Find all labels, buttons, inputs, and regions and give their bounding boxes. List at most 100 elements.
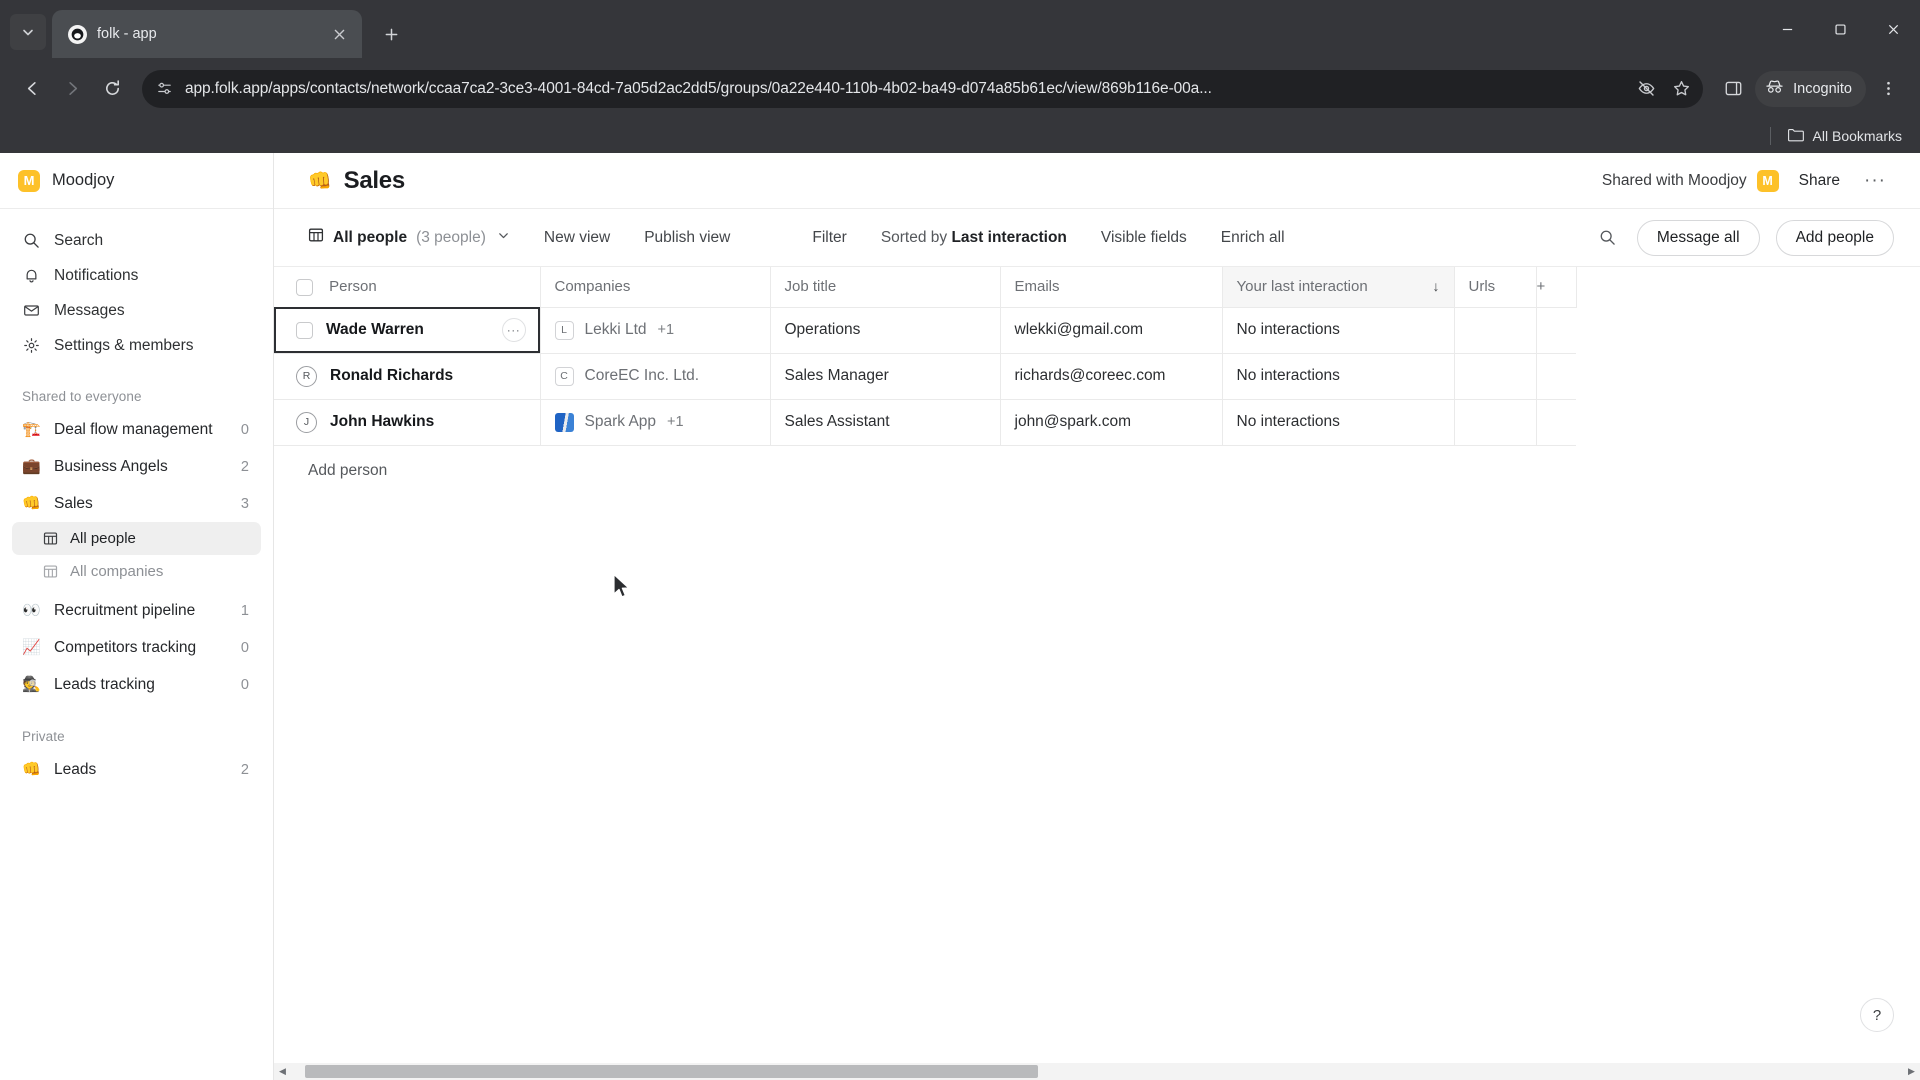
eye-off-icon[interactable] [1637, 79, 1656, 98]
chevron-down-icon[interactable] [497, 229, 510, 247]
cell-person[interactable]: Wade Warren ··· [274, 307, 541, 354]
tab-title: folk - app [97, 26, 157, 42]
sidebar-item-count: 3 [240, 495, 249, 512]
table-row[interactable]: Wade Warren ··· L Lekki Ltd +1 Operation… [274, 307, 1576, 354]
cell-email[interactable]: john@spark.com [1000, 399, 1223, 446]
cell-job-title[interactable]: Sales Manager [770, 353, 1001, 400]
browser-tab[interactable]: folk - app [52, 10, 362, 58]
visible-fields-button[interactable]: Visible fields [1101, 229, 1187, 247]
sidebar-item-deal-flow-management[interactable]: 🏗️ Deal flow management 0 [12, 411, 261, 448]
back-button[interactable] [14, 71, 50, 107]
bell-icon [22, 267, 40, 285]
cell-person[interactable]: J John Hawkins [274, 399, 541, 446]
column-header-your-last-interaction[interactable]: Your last interaction ↓ [1222, 267, 1455, 308]
sidebar-item-label: Search [54, 231, 104, 249]
table-icon [42, 563, 59, 580]
private-section-label: Private [22, 729, 65, 744]
share-button[interactable]: Share [1799, 172, 1840, 190]
row-checkbox[interactable] [296, 321, 313, 339]
scroll-left-button[interactable]: ◀ [274, 1066, 291, 1077]
view-selector[interactable]: All people (3 people) [308, 227, 510, 248]
cell-email[interactable]: wlekki@gmail.com [1000, 307, 1223, 354]
sidebar-item-business-angels[interactable]: 💼 Business Angels 2 [12, 448, 261, 485]
sidebar-item-label: Recruitment pipeline [54, 601, 196, 619]
add-column-button[interactable]: + [1536, 267, 1577, 308]
company-overflow-count: +1 [667, 414, 684, 430]
more-options-button[interactable]: ··· [1860, 170, 1890, 192]
column-header-companies[interactable]: Companies [540, 267, 771, 308]
sidebar-item-leads[interactable]: 👊 Leads 2 [12, 751, 261, 788]
sidebar-item-leads-tracking[interactable]: 🕵️ Leads tracking 0 [12, 666, 261, 703]
cell-urls[interactable] [1454, 399, 1537, 446]
person-name: John Hawkins [330, 413, 435, 430]
column-header-person[interactable]: Person [274, 267, 541, 308]
table-row[interactable]: J John Hawkins Spark App +1 Sales Assist… [274, 399, 1576, 446]
view-toolbar: All people (3 people) New view Publish v… [274, 209, 1920, 267]
publish-view-button[interactable]: Publish view [644, 229, 730, 247]
cell-last-interaction[interactable]: No interactions [1222, 399, 1455, 446]
company-overflow-count: +1 [657, 322, 675, 338]
forward-button[interactable] [54, 71, 90, 107]
shared-with-indicator[interactable]: Shared with Moodjoy M [1602, 169, 1779, 192]
table-icon [42, 530, 59, 547]
close-window-button[interactable] [1867, 0, 1920, 58]
search-icon[interactable] [1595, 225, 1621, 251]
sidebar-item-settings-members[interactable]: Settings & members [12, 328, 261, 363]
cell-last-interaction[interactable]: No interactions [1222, 353, 1455, 400]
enrich-all-button[interactable]: Enrich all [1221, 229, 1285, 247]
minimize-button[interactable] [1761, 0, 1814, 58]
all-bookmarks-button[interactable]: All Bookmarks [1787, 128, 1902, 145]
cell-email[interactable]: richards@coreec.com [1000, 353, 1223, 400]
sidebar-item-messages[interactable]: Messages [12, 293, 261, 328]
new-view-button[interactable]: New view [544, 229, 610, 247]
add-person-button[interactable]: Add person [274, 446, 1920, 480]
column-header-emails[interactable]: Emails [1000, 267, 1223, 308]
add-people-button[interactable]: Add people [1775, 219, 1894, 256]
filter-button[interactable]: Filter [812, 229, 846, 247]
sidebar-item-recruitment-pipeline[interactable]: 👀 Recruitment pipeline 1 [12, 592, 261, 629]
sidebar-item-label: All people [70, 530, 136, 547]
sidebar-item-all-companies[interactable]: All companies [12, 555, 261, 588]
horizontal-scrollbar[interactable]: ◀ ▶ [274, 1063, 1920, 1080]
close-icon[interactable] [326, 21, 352, 47]
url-bar[interactable]: app.folk.app/apps/contacts/network/ccaa7… [142, 69, 1704, 108]
scrollbar-track[interactable] [291, 1063, 1903, 1080]
reload-button[interactable] [94, 71, 130, 107]
sidebar-item-search[interactable]: Search [12, 223, 261, 258]
sidebar-item-label: Leads tracking [54, 675, 155, 693]
eyes-emoji-icon: 👀 [22, 602, 41, 619]
cell-job-title[interactable]: Operations [770, 307, 1001, 354]
cell-companies[interactable]: C CoreEC Inc. Ltd. [540, 353, 771, 400]
star-icon[interactable] [1672, 79, 1691, 98]
cell-companies[interactable]: L Lekki Ltd +1 [540, 307, 771, 354]
cell-last-interaction[interactable]: No interactions [1222, 307, 1455, 354]
maximize-button[interactable] [1814, 0, 1867, 58]
cell-urls[interactable] [1454, 307, 1537, 354]
table-row[interactable]: R Ronald Richards C CoreEC Inc. Ltd. Sal… [274, 353, 1576, 400]
cell-companies[interactable]: Spark App +1 [540, 399, 771, 446]
new-tab-icon[interactable] [374, 17, 408, 51]
select-all-checkbox[interactable] [296, 278, 313, 296]
column-header-urls[interactable]: Urls [1454, 267, 1537, 308]
tab-search-icon[interactable] [10, 14, 46, 50]
row-menu-button[interactable]: ··· [501, 318, 526, 342]
sidebar-item-sales[interactable]: 👊 Sales 3 [12, 485, 261, 522]
cell-job-title[interactable]: Sales Assistant [770, 399, 1001, 446]
workspace-switcher[interactable]: M Moodjoy [0, 153, 273, 209]
scroll-right-button[interactable]: ▶ [1903, 1066, 1920, 1077]
sort-desc-icon[interactable]: ↓ [1433, 278, 1440, 294]
side-panel-icon[interactable] [1715, 71, 1751, 107]
help-button[interactable]: ? [1860, 998, 1894, 1032]
tune-icon[interactable] [156, 80, 173, 97]
scrollbar-thumb[interactable] [305, 1065, 1038, 1078]
column-header-job-title[interactable]: Job title [770, 267, 1001, 308]
sidebar-item-notifications[interactable]: Notifications [12, 258, 261, 293]
sidebar-item-competitors-tracking[interactable]: 📈 Competitors tracking 0 [12, 629, 261, 666]
sort-button[interactable]: Sorted by Last interaction [881, 229, 1067, 247]
cell-person[interactable]: R Ronald Richards [274, 353, 541, 400]
sidebar-item-all-people[interactable]: All people [12, 522, 261, 555]
chrome-menu-button[interactable] [1870, 71, 1906, 107]
message-all-button[interactable]: Message all [1636, 219, 1760, 256]
cell-urls[interactable] [1454, 353, 1537, 400]
incognito-indicator[interactable]: Incognito [1755, 70, 1866, 107]
